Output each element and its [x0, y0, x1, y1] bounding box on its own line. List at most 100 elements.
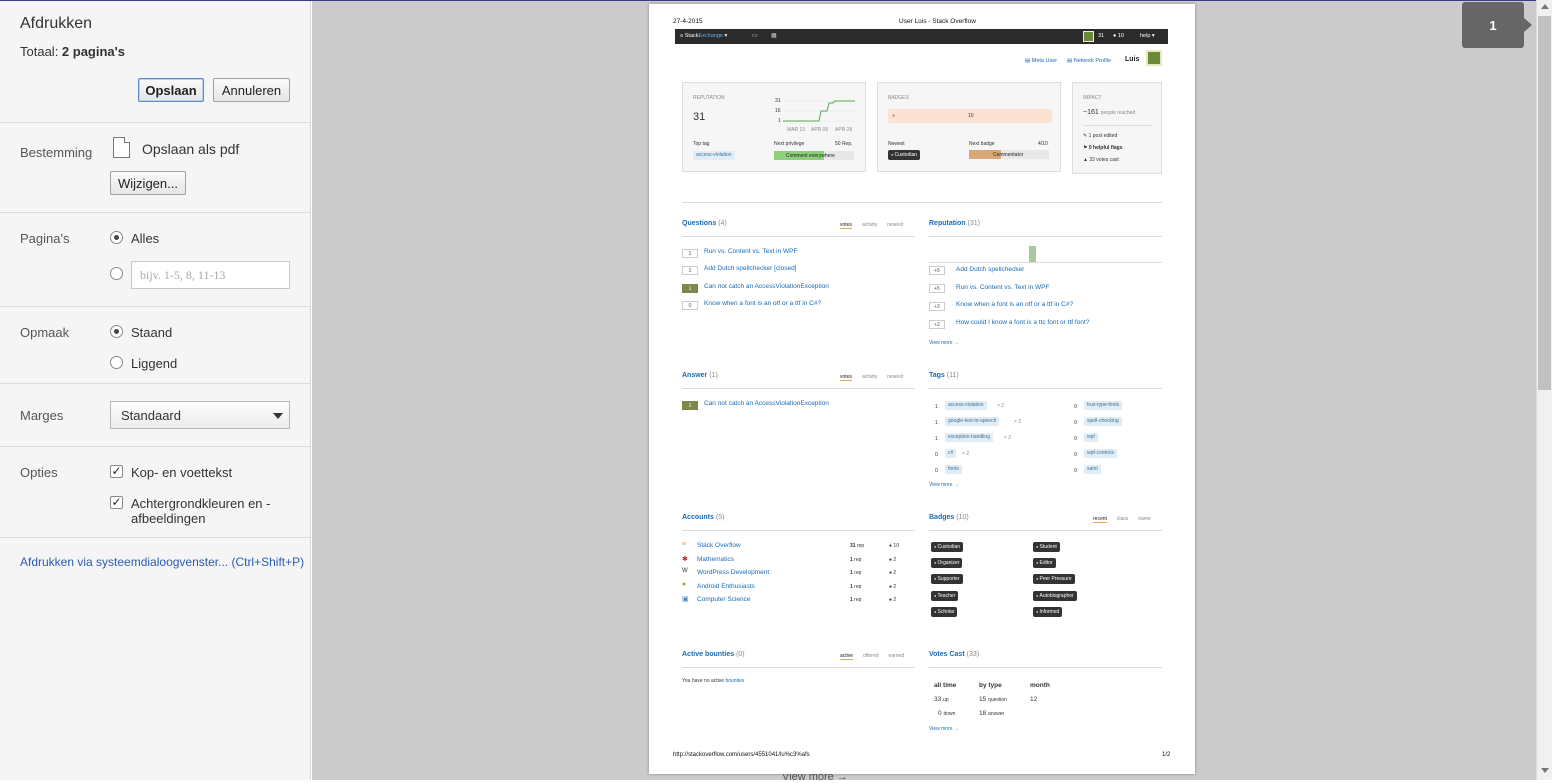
- badge[interactable]: Organizer: [931, 558, 963, 568]
- votes-down: 0 down: [938, 710, 956, 717]
- tab-newest[interactable]: newest: [887, 374, 903, 381]
- rep-change: +5: [929, 284, 945, 293]
- tag[interactable]: wpf: [1084, 433, 1098, 442]
- rep-post-link[interactable]: How could I know a font is a ttc font or…: [956, 319, 1089, 326]
- account-link[interactable]: Android Enthusiasts: [697, 583, 755, 590]
- votes-cast-heading[interactable]: Votes Cast (33): [929, 651, 979, 658]
- graph-date-2: APR 06: [811, 127, 829, 133]
- account-link[interactable]: WordPress Development: [697, 569, 769, 576]
- pages-all-radio[interactable]: [110, 231, 123, 244]
- badge[interactable]: Informed: [1033, 607, 1063, 617]
- change-destination-button[interactable]: Wijzigen...: [110, 171, 186, 195]
- bounties-link[interactable]: bounties: [725, 678, 744, 684]
- network-profile-link[interactable]: ▤ Network Profile: [1067, 58, 1111, 64]
- question-link[interactable]: Run vs. Content vs. Text in WPF: [704, 248, 797, 255]
- avatar[interactable]: [1083, 31, 1094, 42]
- badge[interactable]: Peer Pressure: [1033, 574, 1075, 584]
- inbox-icon[interactable]: ▭: [752, 32, 758, 39]
- answer-link[interactable]: Can not catch an AccessViolationExceptio…: [704, 400, 829, 407]
- question-link[interactable]: Know when a font is an otf or a ttf in C…: [704, 300, 821, 307]
- tab-class[interactable]: class: [1117, 516, 1128, 523]
- tag[interactable]: exception-handling: [945, 433, 993, 442]
- reputation-view-more[interactable]: View more →: [929, 340, 959, 346]
- reputation-heading[interactable]: Reputation (31): [929, 220, 980, 227]
- background-graphics-checkbox[interactable]: ✓: [110, 496, 123, 509]
- rep-post-link[interactable]: Add Dutch spellchecker: [956, 266, 1024, 273]
- divider: [0, 537, 311, 538]
- questions-sort-tabs: votes activity newest: [840, 222, 903, 229]
- tab-activity[interactable]: activity: [862, 374, 877, 381]
- rep-post-link[interactable]: Know when a font is an otf or a ttf in C…: [956, 301, 1073, 308]
- landscape-radio[interactable]: [110, 356, 123, 369]
- questions-heading[interactable]: Questions (4): [682, 220, 727, 227]
- tab-newest[interactable]: newest: [887, 222, 903, 229]
- answers-heading[interactable]: Answer (1): [682, 372, 718, 379]
- badge[interactable]: Custodian: [931, 542, 964, 552]
- newest-badge[interactable]: Custodian: [888, 150, 921, 160]
- divider: [682, 667, 915, 668]
- achievements-icon[interactable]: ▦: [771, 32, 777, 39]
- question-link[interactable]: Can not catch an AccessViolationExceptio…: [704, 283, 829, 290]
- scrollbar-thumb[interactable]: [1538, 16, 1551, 390]
- votes-col-all-time: all time: [934, 682, 957, 689]
- divider: [0, 306, 311, 307]
- votes-view-more[interactable]: View more →: [929, 726, 959, 732]
- tags-heading[interactable]: Tags (11): [929, 372, 959, 379]
- divider: [682, 236, 915, 237]
- account-link[interactable]: Computer Science: [697, 596, 750, 603]
- header-footer-checkbox[interactable]: ✓: [110, 465, 123, 478]
- system-dialog-link[interactable]: Afdrukken via systeemdialoogvenster... (…: [20, 555, 304, 569]
- bounties-heading[interactable]: Active bounties (0): [682, 651, 745, 658]
- tab-votes[interactable]: votes: [840, 374, 852, 381]
- top-tag[interactable]: access-violation: [693, 151, 735, 160]
- tab-recent[interactable]: recent: [1093, 516, 1107, 523]
- pages-custom-radio[interactable]: [110, 267, 123, 280]
- tab-votes[interactable]: votes: [840, 222, 852, 229]
- scrollbar[interactable]: [1536, 0, 1552, 780]
- divider: [682, 202, 1162, 203]
- account-link[interactable]: Mathematics: [697, 556, 734, 563]
- tab-offered[interactable]: offered: [863, 653, 878, 660]
- tag[interactable]: c#: [945, 449, 957, 458]
- badge[interactable]: Editor: [1033, 558, 1056, 568]
- pages-range-input[interactable]: bijv. 1-5, 8, 11-13: [131, 261, 290, 289]
- scroll-up-icon[interactable]: [1541, 4, 1549, 9]
- tag[interactable]: google-text-to-speech: [945, 417, 1000, 426]
- badge[interactable]: Scholar: [931, 607, 958, 617]
- background-graphics-label-2: afbeeldingen: [131, 511, 206, 526]
- account-link[interactable]: Stack Overflow: [697, 542, 741, 549]
- page-header-title: User Luis - Stack Overflow: [899, 18, 976, 25]
- cancel-button[interactable]: Annuleren: [213, 78, 290, 102]
- document-icon: [113, 137, 130, 158]
- help-menu[interactable]: help ▾: [1140, 33, 1155, 39]
- tag[interactable]: true-type-fonts: [1084, 401, 1123, 410]
- tag[interactable]: access-violation: [945, 401, 987, 410]
- question-link[interactable]: Add Dutch spellchecker [closed]: [704, 265, 797, 272]
- tag[interactable]: xaml: [1084, 465, 1101, 474]
- badges-heading[interactable]: Badges (10): [929, 514, 969, 521]
- accounts-heading[interactable]: Accounts (5): [682, 514, 724, 521]
- tags-view-more[interactable]: View more →: [929, 482, 959, 488]
- badge[interactable]: Autobiographer: [1033, 591, 1077, 601]
- portrait-radio[interactable]: [110, 325, 123, 338]
- tab-earned[interactable]: earned: [889, 653, 905, 660]
- votes-up: 33 up: [934, 696, 949, 703]
- tab-active[interactable]: active: [840, 653, 854, 660]
- stackexchange-brand[interactable]: ≡ StackExchange ▾: [680, 33, 727, 39]
- save-button[interactable]: Opslaan: [138, 78, 204, 102]
- margins-select[interactable]: Standaard: [110, 401, 290, 429]
- badge[interactable]: Supporter: [931, 574, 963, 584]
- account-badges: ● 2: [889, 570, 897, 576]
- tag[interactable]: fonts: [945, 465, 962, 474]
- scroll-down-icon[interactable]: [1541, 768, 1549, 773]
- graph-axis-1: 1: [778, 118, 781, 124]
- tag[interactable]: wpf-controls: [1084, 449, 1117, 458]
- badge[interactable]: Student: [1033, 542, 1060, 552]
- rep-post-link[interactable]: Run vs. Content vs. Text in WPF: [956, 284, 1049, 291]
- badge[interactable]: Teacher: [931, 591, 959, 601]
- meta-user-link[interactable]: ▤ Meta User: [1025, 58, 1057, 64]
- tab-activity[interactable]: activity: [862, 222, 877, 229]
- tag-score: 0: [1074, 404, 1077, 410]
- tag[interactable]: spell-checking: [1084, 417, 1122, 426]
- tab-name[interactable]: name: [1138, 516, 1151, 523]
